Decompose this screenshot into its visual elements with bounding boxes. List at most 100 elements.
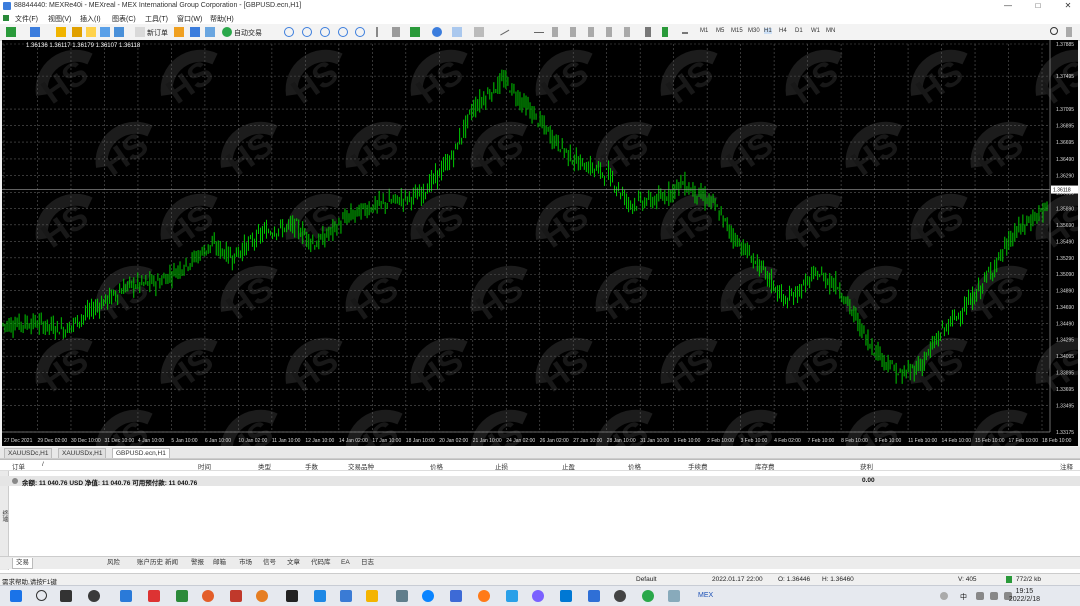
cursor-icon[interactable] xyxy=(376,27,378,37)
app12-icon[interactable] xyxy=(450,590,462,602)
templates-icon[interactable] xyxy=(452,27,462,37)
metaeditor-icon[interactable] xyxy=(174,27,184,37)
account-icon[interactable] xyxy=(1066,27,1072,37)
network-icon[interactable] xyxy=(990,592,998,600)
col-commission[interactable]: 手续费 xyxy=(688,461,708,471)
app17-icon[interactable] xyxy=(614,590,626,602)
arrow-icon[interactable] xyxy=(624,27,630,37)
tf-w1[interactable]: W1 xyxy=(811,28,820,34)
mail-icon[interactable] xyxy=(340,590,352,602)
app13-icon[interactable] xyxy=(506,590,518,602)
ttab-market[interactable]: 市场 xyxy=(236,558,255,568)
signals-icon[interactable] xyxy=(205,27,215,37)
app8-icon[interactable] xyxy=(286,590,298,602)
zoom-in-icon[interactable] xyxy=(284,27,294,37)
line-chart-icon[interactable] xyxy=(682,32,688,34)
app18-icon[interactable] xyxy=(668,590,680,602)
data-window-icon[interactable] xyxy=(72,27,82,37)
col-type[interactable]: 类型 xyxy=(258,461,271,471)
candle-chart-icon[interactable] xyxy=(662,27,668,37)
navigator-icon[interactable] xyxy=(86,27,96,37)
taskview-icon[interactable] xyxy=(60,590,72,602)
start-icon[interactable] xyxy=(10,590,22,602)
app2-icon[interactable] xyxy=(120,590,132,602)
menu-tools[interactable]: 工具(T) xyxy=(145,14,168,24)
tf-m5[interactable]: M5 xyxy=(716,28,724,34)
app16-icon[interactable] xyxy=(588,590,600,602)
maximize-button[interactable]: □ xyxy=(1026,0,1050,12)
auto-trading-icon[interactable] xyxy=(222,27,232,37)
col-tp[interactable]: 止盈 xyxy=(562,461,575,471)
ttab-experts[interactable]: EA xyxy=(338,558,353,568)
ttab-exposure[interactable]: 风险 xyxy=(104,558,123,568)
terminal-icon[interactable] xyxy=(100,27,110,37)
close-button[interactable]: ✕ xyxy=(1056,0,1080,12)
market-watch-icon[interactable] xyxy=(56,27,66,37)
menu-file[interactable]: 文件(F) xyxy=(15,14,38,24)
ttab-signals[interactable]: 信号 xyxy=(260,558,279,568)
tf-mn[interactable]: MN xyxy=(826,28,835,34)
fibo-icon[interactable] xyxy=(570,27,576,37)
col-price[interactable]: 价格 xyxy=(430,461,443,471)
app6-icon[interactable] xyxy=(230,590,242,602)
mex-taskbar-label[interactable]: MEX xyxy=(698,592,713,599)
new-order-button[interactable]: 新订单 xyxy=(147,28,168,38)
tf-h4[interactable]: H4 xyxy=(779,28,787,34)
tf-m1[interactable]: M1 xyxy=(700,28,708,34)
ttab-journal[interactable]: 日志 xyxy=(358,558,377,568)
ttab-trade[interactable]: 交易 xyxy=(12,558,33,569)
tile-windows-icon[interactable] xyxy=(320,27,330,37)
col-profit[interactable]: 获利 xyxy=(860,461,873,471)
ttab-alerts[interactable]: 警报 xyxy=(188,558,207,568)
firefox-icon[interactable] xyxy=(478,590,490,602)
col-swap[interactable]: 库存费 xyxy=(755,461,775,471)
menu-view[interactable]: 视图(V) xyxy=(48,14,71,24)
hline-icon[interactable] xyxy=(534,32,544,34)
col-time[interactable]: 时间 xyxy=(198,461,211,471)
app3-icon[interactable] xyxy=(148,590,160,602)
ttab-articles[interactable]: 文章 xyxy=(284,558,303,568)
new-order-icon[interactable] xyxy=(135,27,145,37)
tester-icon[interactable] xyxy=(114,27,124,37)
col-sort[interactable]: / xyxy=(42,461,44,468)
col-comment[interactable]: 注释 xyxy=(1060,461,1073,471)
app9-icon[interactable] xyxy=(314,590,326,602)
bar-chart-icon[interactable] xyxy=(645,27,651,37)
price-chart[interactable]: HS HS HS HS HS HS HS HS HS HS HS HS HS HS HS HS HS HS HS HS… xyxy=(2,40,1078,446)
crosshair-icon[interactable] xyxy=(392,27,400,37)
edge-icon[interactable] xyxy=(422,590,434,602)
text-icon[interactable] xyxy=(588,27,594,37)
tf-m30[interactable]: M30 xyxy=(748,28,760,34)
ttab-news[interactable]: 新闻 xyxy=(162,558,181,568)
autoscroll-icon[interactable] xyxy=(355,27,365,37)
auto-trading-button[interactable]: 自动交易 xyxy=(234,28,262,38)
periods-icon[interactable] xyxy=(432,27,442,37)
col-price-current[interactable]: 价格 xyxy=(628,461,641,471)
col-volume[interactable]: 手数 xyxy=(305,461,318,471)
search-taskbar-icon[interactable] xyxy=(36,590,47,601)
menu-chart[interactable]: 图表(C) xyxy=(112,14,136,24)
lang-indicator[interactable]: 中 xyxy=(960,592,967,602)
tab-gbpusd[interactable]: GBPUSD.ecn,H1 xyxy=(112,448,170,458)
clock[interactable]: 19:15 2022/2/18 xyxy=(1009,588,1040,604)
profiles-icon[interactable] xyxy=(30,27,40,37)
menu-window[interactable]: 窗口(W) xyxy=(177,14,202,24)
trendline-icon[interactable] xyxy=(500,29,510,37)
zoom-out-icon[interactable] xyxy=(302,27,312,37)
menu-help[interactable]: 帮助(H) xyxy=(210,14,234,24)
app1-icon[interactable] xyxy=(88,590,100,602)
app11-icon[interactable] xyxy=(396,590,408,602)
objects-icon[interactable] xyxy=(474,27,484,37)
ttab-codebase[interactable]: 代码库 xyxy=(308,558,334,568)
ime-icon[interactable] xyxy=(976,592,984,600)
app10-icon[interactable] xyxy=(366,590,378,602)
col-sl[interactable]: 止损 xyxy=(495,461,508,471)
minimize-button[interactable]: — xyxy=(996,0,1020,12)
menu-insert[interactable]: 插入(I) xyxy=(80,14,101,24)
app14-icon[interactable] xyxy=(532,590,544,602)
wechat-icon[interactable] xyxy=(642,590,654,602)
tf-m15[interactable]: M15 xyxy=(731,28,743,34)
new-chart-icon[interactable] xyxy=(6,27,16,37)
app15-icon[interactable] xyxy=(560,590,572,602)
app4-icon[interactable] xyxy=(176,590,188,602)
